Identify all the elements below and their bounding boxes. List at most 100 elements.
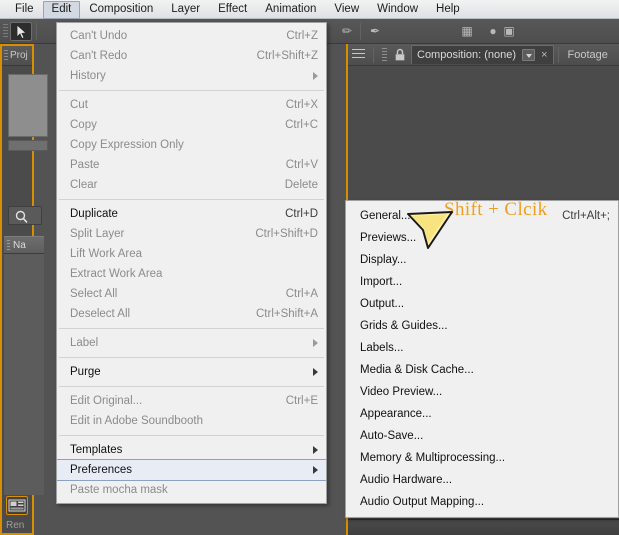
project-column-header-name[interactable]: Na [4, 236, 44, 254]
menu-separator [59, 328, 324, 329]
edit-menu-item-label: Clear [70, 179, 98, 191]
preferences-menu-item-auto-save[interactable]: Auto-Save... [346, 425, 618, 447]
edit-menu-item-label: Lift Work Area [70, 248, 143, 260]
preferences-menu-item-label: General... [360, 210, 411, 222]
tab-composition-label: Composition: (none) [417, 49, 517, 61]
project-tab-grip[interactable] [4, 50, 8, 62]
edit-menu-item-clear: Clear Delete [57, 175, 326, 195]
project-item-list[interactable] [4, 254, 44, 495]
pen-tool-icon[interactable]: ✏ [338, 23, 356, 40]
edit-menu-item-can-t-redo: Can't Redo Ctrl+Shift+Z [57, 46, 326, 66]
menubar-item-help[interactable]: Help [427, 1, 469, 19]
panel-menu-icon[interactable] [352, 49, 365, 60]
preferences-menu-item-output[interactable]: Output... [346, 293, 618, 315]
edit-menu-item-label: Paste [70, 159, 100, 171]
edit-menu-item-templates[interactable]: Templates [57, 440, 326, 460]
preferences-menu-item-audio-hardware[interactable]: Audio Hardware... [346, 469, 618, 491]
edit-menu-item-edit-in-adobe-soundbooth: Edit in Adobe Soundbooth [57, 411, 326, 431]
menubar-item-effect[interactable]: Effect [209, 1, 256, 19]
chevron-right-icon [313, 368, 318, 376]
menu-separator [59, 435, 324, 436]
preferences-menu-item-previews[interactable]: Previews... [346, 227, 618, 249]
project-search-input[interactable] [8, 206, 42, 225]
menubar-item-composition[interactable]: Composition [80, 1, 162, 19]
edit-menu-item-copy: Copy Ctrl+C [57, 115, 326, 135]
close-icon[interactable]: × [541, 49, 547, 61]
clone-tool-icon[interactable]: ▣ [500, 23, 518, 40]
edit-menu-item-shortcut: Ctrl+Shift+Z [256, 50, 318, 62]
composition-tabbar: Composition: (none) × Footage [348, 44, 619, 66]
project-panel: Proj Na Ren [0, 44, 48, 535]
project-footage-icon[interactable] [6, 496, 28, 515]
preferences-menu-item-labels[interactable]: Labels... [346, 337, 618, 359]
puppet-tool-icon[interactable]: ▦ [458, 23, 476, 40]
tab-footage[interactable]: Footage [563, 45, 613, 64]
tab-composition[interactable]: Composition: (none) × [411, 45, 554, 64]
edit-menu-item-duplicate[interactable]: Duplicate Ctrl+D [57, 204, 326, 224]
chevron-right-icon [313, 466, 318, 474]
preferences-menu-item-import[interactable]: Import... [346, 271, 618, 293]
preferences-menu-item-memory-multiprocessing[interactable]: Memory & Multiprocessing... [346, 447, 618, 469]
preferences-menu-item-media-disk-cache[interactable]: Media & Disk Cache... [346, 359, 618, 381]
edit-menu-item-label: History [70, 70, 106, 82]
preferences-menu-item-label: Display... [360, 254, 407, 266]
tabbar-separator-2 [557, 46, 559, 63]
edit-menu-item-label: Deselect All [70, 308, 131, 320]
edit-menu-item-shortcut: Ctrl+A [285, 288, 318, 300]
brush-tool-icon[interactable]: ✒ [366, 23, 384, 40]
toolbar-grip[interactable] [3, 24, 8, 39]
lock-icon[interactable] [392, 47, 408, 63]
edit-menu-item-label: Label [70, 337, 99, 349]
edit-menu-item-label: Cut [70, 99, 88, 111]
preferences-submenu[interactable]: General... Ctrl+Alt+; Previews... Display..… [345, 200, 619, 518]
project-render-label: Ren [6, 520, 25, 531]
menubar-item-animation[interactable]: Animation [256, 1, 325, 19]
edit-menu-item-label: Templates [70, 444, 123, 456]
edit-menu-item-cut: Cut Ctrl+X [57, 95, 326, 115]
chevron-down-icon[interactable] [522, 49, 536, 61]
edit-menu-item-label: Split Layer [70, 228, 125, 240]
edit-menu-item-shortcut: Ctrl+Shift+A [256, 308, 318, 320]
footage-film-icon [8, 499, 26, 512]
edit-menu-item-label: Paste mocha mask [70, 484, 168, 496]
preferences-menu-item-grids-guides[interactable]: Grids & Guides... [346, 315, 618, 337]
edit-menu-item-select-all: Select All Ctrl+A [57, 284, 326, 304]
edit-menu-item-lift-work-area: Lift Work Area [57, 244, 326, 264]
edit-menu-item-label: Edit in Adobe Soundbooth [70, 415, 204, 427]
edit-menu-item-label: Can't Undo [70, 30, 128, 42]
edit-menu-item-shortcut: Ctrl+X [285, 99, 318, 111]
project-panel-tabbar: Proj [2, 46, 32, 66]
arrow-cursor-pointer [407, 211, 453, 249]
application-menubar: File Edit Composition Layer Effect Animation V… [0, 0, 619, 19]
column-grip[interactable] [7, 240, 10, 252]
menubar-item-layer[interactable]: Layer [162, 1, 209, 19]
preferences-menu-item-shortcut: Ctrl+Alt+; [562, 210, 610, 222]
edit-menu-item-label: Extract Work Area [70, 268, 163, 280]
edit-menu-item-preferences[interactable]: Preferences [57, 459, 326, 481]
composition-tab-grip[interactable] [382, 47, 387, 62]
edit-menu-item-purge[interactable]: Purge [57, 362, 326, 382]
edit-menu-item-label: Label [57, 333, 326, 353]
preferences-menu-item-label: Audio Hardware... [360, 474, 453, 486]
edit-menu-item-shortcut: Ctrl+C [285, 119, 318, 131]
menubar-item-edit[interactable]: Edit [42, 0, 81, 19]
edit-menu-item-deselect-all: Deselect All Ctrl+Shift+A [57, 304, 326, 324]
edit-menu-item-shortcut: Ctrl+D [285, 208, 318, 220]
edit-dropdown-menu[interactable]: Can't Undo Ctrl+Z Can't Redo Ctrl+Shift+Z Hi… [56, 22, 327, 504]
menubar-item-file[interactable]: File [6, 1, 43, 19]
preferences-menu-item-label: Audio Output Mapping... [360, 496, 485, 508]
preferences-menu-item-appearance[interactable]: Appearance... [346, 403, 618, 425]
search-icon [15, 210, 28, 223]
menubar-item-view[interactable]: View [325, 1, 368, 19]
menubar-item-window[interactable]: Window [368, 1, 427, 19]
tab-footage-label: Footage [567, 48, 608, 61]
project-column-header-label: Na [13, 240, 26, 251]
project-tab-label[interactable]: Proj [10, 50, 28, 61]
preferences-menu-item-label: Appearance... [360, 408, 432, 420]
preferences-menu-item-audio-output-mapping[interactable]: Audio Output Mapping... [346, 491, 618, 513]
edit-menu-item-shortcut: Ctrl+Shift+D [255, 228, 318, 240]
preferences-menu-item-video-preview[interactable]: Video Preview... [346, 381, 618, 403]
edit-menu-item-shortcut: Delete [284, 179, 318, 191]
preferences-menu-item-display[interactable]: Display... [346, 249, 618, 271]
selection-tool-button[interactable] [10, 22, 32, 41]
